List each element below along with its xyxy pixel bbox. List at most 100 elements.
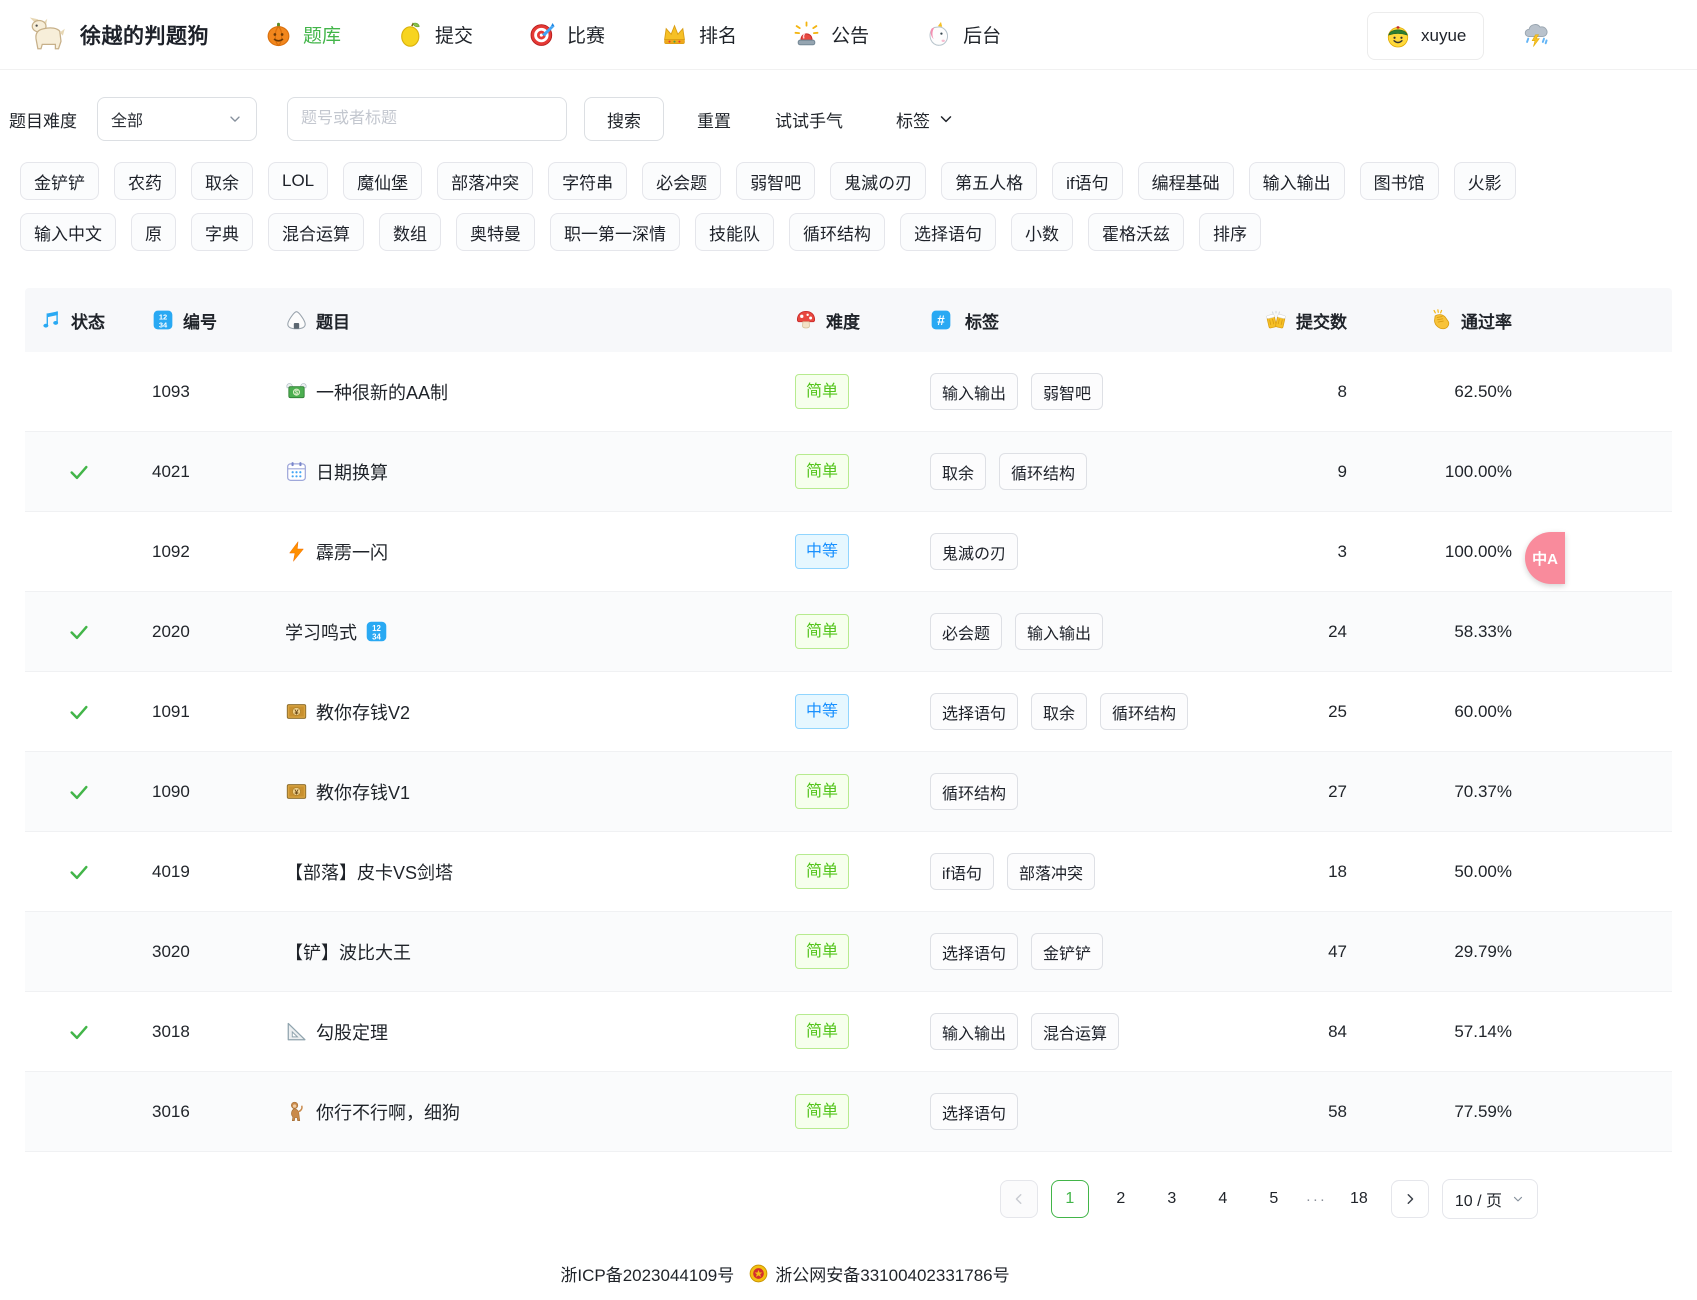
- filter-tag-chip[interactable]: 排序: [1199, 213, 1261, 251]
- nav-item-contests[interactable]: 比赛: [529, 21, 605, 48]
- filter-tag-chip[interactable]: 输入中文: [20, 213, 116, 251]
- filter-tag-chip[interactable]: 霍格沃兹: [1088, 213, 1184, 251]
- filter-tag-chip[interactable]: 职一第一深情: [550, 213, 680, 251]
- numbers-icon: 1234: [365, 620, 388, 643]
- filter-tag-chip[interactable]: 魔仙堡: [343, 162, 422, 200]
- nav-item-submissions[interactable]: 提交: [397, 21, 473, 48]
- pagination-page-4[interactable]: 4: [1204, 1180, 1242, 1218]
- filter-tag-chip[interactable]: 第五人格: [941, 162, 1037, 200]
- nav-item-problems[interactable]: 题库: [265, 21, 341, 48]
- filter-tag-chip[interactable]: 数组: [379, 213, 441, 251]
- problem-tag-chip[interactable]: 部落冲突: [1007, 853, 1095, 890]
- problem-title[interactable]: $一种很新的AA制: [285, 379, 795, 405]
- filter-tag-chip[interactable]: 技能队: [695, 213, 774, 251]
- problem-tag-chip[interactable]: 循环结构: [1100, 693, 1188, 730]
- difficulty-select[interactable]: 全部: [97, 97, 257, 141]
- pagination-page-1[interactable]: 1: [1051, 1180, 1089, 1218]
- filter-tag-chip[interactable]: if语句: [1052, 162, 1123, 200]
- filter-tag-chip[interactable]: 农药: [114, 162, 176, 200]
- problem-title[interactable]: ¥教你存钱V1: [285, 779, 795, 805]
- problem-title[interactable]: 日期换算: [285, 459, 795, 485]
- tags-toggle[interactable]: 标签: [896, 107, 955, 132]
- problem-tag-chip[interactable]: 鬼滅の刃: [930, 533, 1018, 570]
- search-input[interactable]: [287, 97, 567, 141]
- table-row: 1090¥教你存钱V1简单循环结构2770.37%: [25, 752, 1672, 832]
- filter-tag-chip[interactable]: 图书馆: [1360, 162, 1439, 200]
- problems-table: 状态1234编号题目难度#标签提交数通过率 1093$一种很新的AA制简单输入输…: [25, 288, 1672, 1219]
- problem-title[interactable]: 【部落】皮卡VS剑塔: [285, 859, 795, 885]
- problem-tag-chip[interactable]: 选择语句: [930, 933, 1018, 970]
- pagination-page-5[interactable]: 5: [1255, 1180, 1293, 1218]
- pagination-prev-button[interactable]: [1000, 1180, 1038, 1218]
- problem-tag-chip[interactable]: 输入输出: [1015, 613, 1103, 650]
- weather-storm-icon[interactable]: [1521, 19, 1552, 50]
- filter-tag-chip[interactable]: 字符串: [548, 162, 627, 200]
- filter-tag-chip[interactable]: 鬼滅の刃: [830, 162, 926, 200]
- filter-tag-chip[interactable]: 混合运算: [268, 213, 364, 251]
- problem-tag-chip[interactable]: 金铲铲: [1031, 933, 1103, 970]
- problem-tag-chip[interactable]: 必会题: [930, 613, 1002, 650]
- filter-tag-chip[interactable]: 编程基础: [1138, 162, 1234, 200]
- filter-tag-chip[interactable]: LOL: [268, 162, 328, 200]
- ruler-icon: [285, 1020, 308, 1043]
- pagination-page-2[interactable]: 2: [1102, 1180, 1140, 1218]
- icp-record[interactable]: 浙ICP备2023044109号: [560, 1261, 734, 1286]
- avatar-icon: [1385, 23, 1411, 49]
- problem-tag-chip[interactable]: 输入输出: [930, 1013, 1018, 1050]
- problem-tag-chip[interactable]: 取余: [1031, 693, 1087, 730]
- pagination-next-button[interactable]: [1391, 1180, 1429, 1218]
- filter-tag-chip[interactable]: 小数: [1011, 213, 1073, 251]
- filter-tag-chip[interactable]: 选择语句: [900, 213, 996, 251]
- problem-title[interactable]: ¥教你存钱V2: [285, 699, 795, 725]
- problem-title-text: 【部落】皮卡VS剑塔: [285, 859, 453, 885]
- translate-float-label: 中A: [1532, 548, 1558, 569]
- filter-tag-chip[interactable]: 取余: [191, 162, 253, 200]
- problem-title[interactable]: 学习鸣式1234: [285, 619, 795, 645]
- problem-tag-chip[interactable]: 循环结构: [930, 773, 1018, 810]
- problem-tag-chip[interactable]: 循环结构: [999, 453, 1087, 490]
- problem-title[interactable]: 勾股定理: [285, 1019, 795, 1045]
- filter-tag-chip[interactable]: 输入输出: [1249, 162, 1345, 200]
- search-button[interactable]: 搜索: [584, 97, 664, 141]
- nav-item-admin[interactable]: 后台: [925, 21, 1001, 48]
- filter-tag-chip[interactable]: 火影: [1454, 162, 1516, 200]
- police-record[interactable]: 浙公网安备33100402331786号: [748, 1261, 1009, 1286]
- filter-tag-chip[interactable]: 循环结构: [789, 213, 885, 251]
- filter-tag-chip[interactable]: 字典: [191, 213, 253, 251]
- pagination-page-18[interactable]: 18: [1340, 1180, 1378, 1218]
- problem-tag-chip[interactable]: 选择语句: [930, 693, 1018, 730]
- dog-logo-icon: [26, 15, 66, 55]
- nav-item-announcements[interactable]: 公告: [793, 21, 869, 48]
- problem-tag-chip[interactable]: if语句: [930, 853, 994, 890]
- user-menu-button[interactable]: xuyue: [1367, 12, 1484, 60]
- reset-button[interactable]: 重置: [697, 107, 731, 132]
- column-header-pass: 通过率: [1347, 308, 1512, 333]
- nav-item-ranking[interactable]: 排名: [661, 21, 737, 48]
- filter-tag-chip[interactable]: 弱智吧: [736, 162, 815, 200]
- column-header-label: 编号: [183, 308, 217, 333]
- problem-title[interactable]: 你行不行啊，细狗: [285, 1099, 795, 1125]
- problem-tag-chip[interactable]: 输入输出: [930, 373, 1018, 410]
- tags-cell: 输入输出弱智吧: [930, 373, 1237, 410]
- tags-cell: 必会题输入输出: [930, 613, 1237, 650]
- problem-title[interactable]: 霹雳一闪: [285, 539, 795, 565]
- problem-tag-chip[interactable]: 取余: [930, 453, 986, 490]
- page-size-select[interactable]: 10 / 页: [1442, 1179, 1538, 1219]
- difficulty-badge: 简单: [795, 774, 849, 809]
- mushroom-icon: [795, 309, 817, 331]
- filter-tag-chip[interactable]: 原: [131, 213, 176, 251]
- chevron-down-icon: [1511, 1192, 1525, 1206]
- problem-tag-chip[interactable]: 弱智吧: [1031, 373, 1103, 410]
- home-link[interactable]: 徐越的判题狗: [26, 15, 209, 55]
- pagination-page-3[interactable]: 3: [1153, 1180, 1191, 1218]
- problem-tag-chip[interactable]: 选择语句: [930, 1093, 1018, 1130]
- lucky-button[interactable]: 试试手气: [775, 107, 843, 132]
- solved-check-icon: [68, 1021, 90, 1043]
- filter-tag-chip[interactable]: 金铲铲: [20, 162, 99, 200]
- filter-tag-chip[interactable]: 部落冲突: [437, 162, 533, 200]
- filter-tag-chip[interactable]: 奥特曼: [456, 213, 535, 251]
- problem-title[interactable]: 【铲】波比大王: [285, 939, 795, 965]
- nav-item-label: 公告: [831, 21, 869, 48]
- problem-tag-chip[interactable]: 混合运算: [1031, 1013, 1119, 1050]
- filter-tag-chip[interactable]: 必会题: [642, 162, 721, 200]
